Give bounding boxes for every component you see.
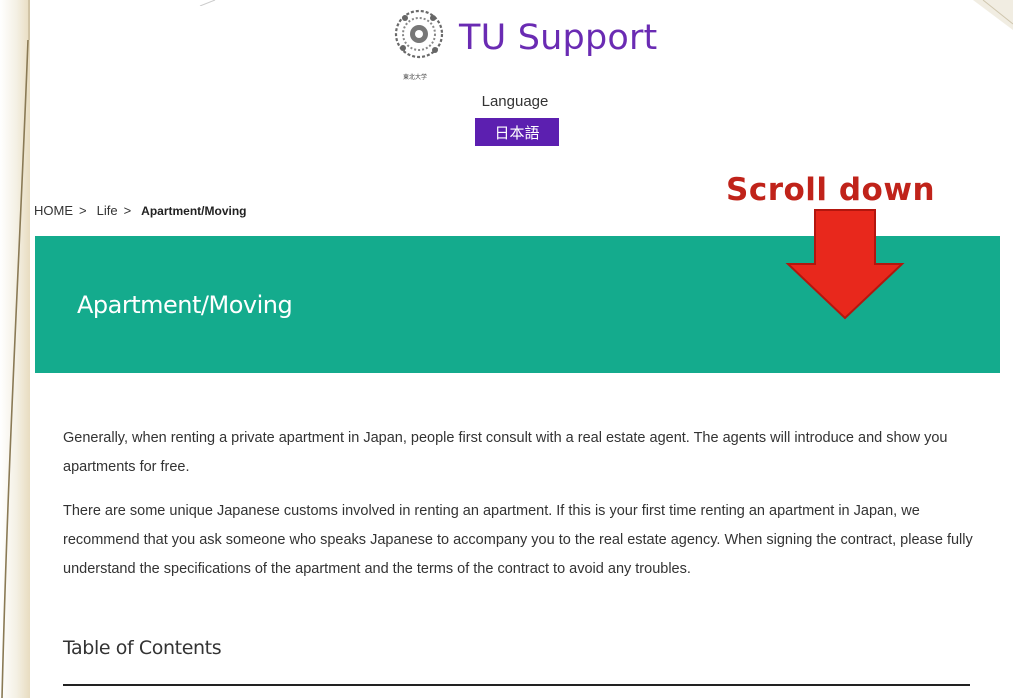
site-logo[interactable]: 東北大学 TU Support xyxy=(393,6,657,84)
arrow-down-icon xyxy=(785,209,905,320)
breadcrumb-current: Apartment/Moving xyxy=(141,203,247,218)
breadcrumb-separator: > xyxy=(79,203,87,218)
language-japanese-button[interactable]: 日本語 xyxy=(475,118,559,146)
corner-decoration xyxy=(973,0,1013,30)
breadcrumb: HOME > Life > Apartment/Moving xyxy=(34,203,247,218)
page-title: Apartment/Moving xyxy=(77,291,293,319)
language-label: Language xyxy=(481,93,549,110)
scroll-down-annotation: Scroll down xyxy=(726,172,936,208)
breadcrumb-separator: > xyxy=(123,203,132,218)
breadcrumb-life-link[interactable]: Life xyxy=(97,203,118,218)
site-title: TU Support xyxy=(459,18,658,58)
logo-caption: 東北大学 xyxy=(403,74,428,81)
intro-paragraph: Generally, when renting a private apartm… xyxy=(63,430,948,475)
page: 東北大学 TU Support Language 日本語 HOME > Life… xyxy=(0,0,1013,698)
table-of-contents-heading: Table of Contents xyxy=(63,637,222,659)
university-emblem-icon xyxy=(394,9,444,59)
customs-paragraph: There are some unique Japanese customs i… xyxy=(63,503,973,577)
breadcrumb-home-link[interactable]: HOME xyxy=(34,203,73,218)
toc-divider xyxy=(63,684,970,686)
page-curl-line xyxy=(1,0,30,698)
